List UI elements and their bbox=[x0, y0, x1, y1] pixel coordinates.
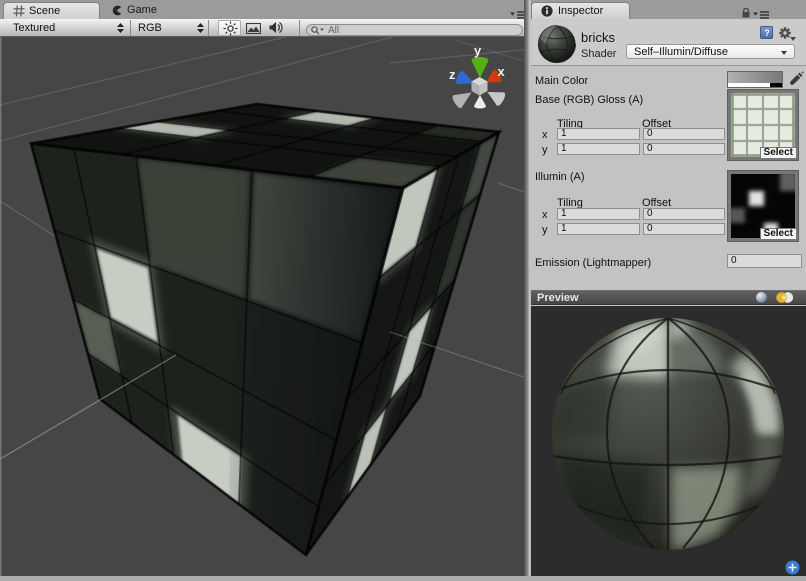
svg-text:y: y bbox=[474, 43, 482, 58]
svg-text:x: x bbox=[498, 64, 506, 79]
svg-text:z: z bbox=[449, 67, 456, 82]
